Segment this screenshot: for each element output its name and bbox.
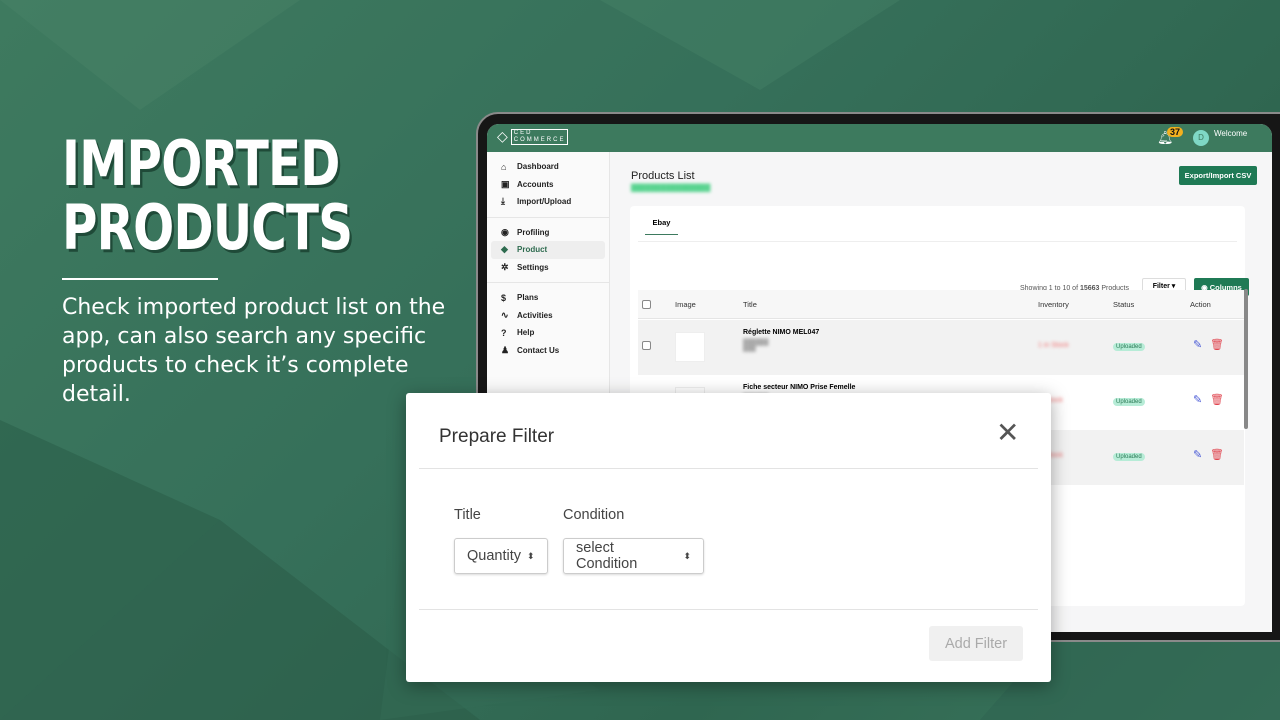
divider	[62, 278, 218, 280]
sidebar-item-contact-us[interactable]: ♟ Contact Us	[491, 342, 605, 360]
dollar-icon: $	[501, 292, 507, 303]
status-badge: Uploaded	[1113, 453, 1145, 461]
sidebar-item-label: Activities	[517, 310, 553, 320]
store-url: ████████████████	[631, 185, 711, 192]
accounts-icon: ▣	[501, 178, 510, 189]
help-icon: ?	[501, 327, 507, 338]
tab-ebay[interactable]: Ebay	[645, 218, 678, 235]
sidebar-item-label: Product	[517, 245, 548, 255]
sidebar-item-label: Import/Upload	[517, 197, 572, 207]
row-checkbox[interactable]	[642, 341, 651, 350]
logo: ◇ CED COMMERCE	[497, 128, 569, 145]
title-select[interactable]: Quantity ⬍	[454, 538, 548, 574]
sidebar-item-help[interactable]: ? Help	[491, 324, 605, 342]
sidebar-item-accounts[interactable]: ▣ Accounts	[491, 176, 605, 194]
export-import-csv-button[interactable]: Export/Import CSV	[1179, 166, 1257, 185]
hero-title: IMPORTED PRODUCTS	[62, 127, 353, 264]
sidebar-item-profiling[interactable]: ◉ Profiling	[491, 224, 605, 242]
status-badge: Uploaded	[1113, 343, 1145, 351]
avatar[interactable]: D	[1193, 130, 1209, 146]
col-image: Image	[675, 300, 696, 309]
condition-select[interactable]: select Condition ⬍	[563, 538, 704, 574]
edit-icon[interactable]: ✎	[1193, 338, 1202, 351]
welcome-text: Welcome	[1214, 129, 1248, 138]
sidebar-item-settings[interactable]: ✲ Settings	[491, 259, 605, 277]
gear-icon: ✲	[501, 261, 509, 272]
col-action: Action	[1190, 300, 1211, 309]
add-filter-button[interactable]: Add Filter	[929, 626, 1023, 661]
user-icon: ♟	[501, 344, 510, 355]
table-row: Réglette NIMO MEL047 ██████ ███ 1 in Stoc…	[638, 320, 1244, 375]
edit-icon[interactable]: ✎	[1193, 448, 1202, 461]
sidebar-item-dashboard[interactable]: ⌂ Dashboard	[491, 158, 605, 176]
table-header: Image Title Inventory Status Action	[638, 290, 1244, 319]
condition-label: Condition	[563, 507, 625, 523]
sidebar-item-label: Accounts	[517, 179, 554, 189]
col-inventory: Inventory	[1038, 300, 1069, 309]
sidebar-item-plans[interactable]: $ Plans	[491, 289, 605, 307]
page-title: Products List	[631, 170, 695, 182]
sidebar-item-import-upload[interactable]: ⤓ Import/Upload	[491, 193, 605, 211]
sort-icon: ⬍	[683, 550, 691, 561]
hero-description: Check imported product list on the app, …	[62, 295, 446, 407]
sidebar-item-label: Dashboard	[517, 162, 559, 172]
tag-icon: ◆	[501, 244, 508, 255]
sidebar-item-label: Contact Us	[517, 345, 560, 355]
col-status: Status	[1113, 300, 1135, 309]
status-badge: Uploaded	[1113, 398, 1145, 406]
sidebar-item-product[interactable]: ◆ Product	[491, 241, 605, 259]
home-icon: ⌂	[501, 161, 507, 172]
scrollbar[interactable]	[1244, 289, 1248, 429]
product-sku: █████████	[743, 340, 769, 352]
sidebar-item-label: Plans	[517, 293, 539, 303]
col-title: Title	[743, 300, 757, 309]
sort-icon: ⬍	[527, 550, 535, 561]
prepare-filter-modal: Prepare Filter ✕ Title Condition Quantit…	[406, 393, 1051, 682]
product-title[interactable]: Fiche secteur NIMO Prise Femelle	[743, 384, 855, 391]
sidebar-item-label: Profiling	[517, 227, 550, 237]
activity-icon: ∿	[501, 309, 509, 320]
product-title[interactable]: Réglette NIMO MEL047	[743, 329, 819, 336]
modal-title: Prepare Filter	[439, 426, 555, 447]
product-image	[675, 332, 705, 362]
trash-icon[interactable]: 🗑︎	[1210, 338, 1224, 351]
select-all-checkbox[interactable]	[642, 300, 651, 309]
inventory: 1 in Stock	[1038, 342, 1069, 349]
title-label: Title	[454, 507, 481, 523]
download-icon: ⤓	[501, 196, 505, 207]
sidebar-item-label: Help	[517, 328, 535, 338]
notification-badge: 37	[1167, 127, 1184, 137]
profile-icon: ◉	[501, 226, 509, 237]
close-icon[interactable]: ✕	[996, 419, 1019, 447]
sidebar-item-label: Settings	[517, 262, 549, 272]
trash-icon[interactable]: 🗑︎	[1210, 448, 1224, 461]
top-bar: ◇ CED COMMERCE 🔔︎ 37 D Welcome	[487, 124, 1272, 152]
sidebar-item-activities[interactable]: ∿ Activities	[491, 307, 605, 325]
trash-icon[interactable]: 🗑︎	[1210, 393, 1224, 406]
edit-icon[interactable]: ✎	[1193, 393, 1202, 406]
